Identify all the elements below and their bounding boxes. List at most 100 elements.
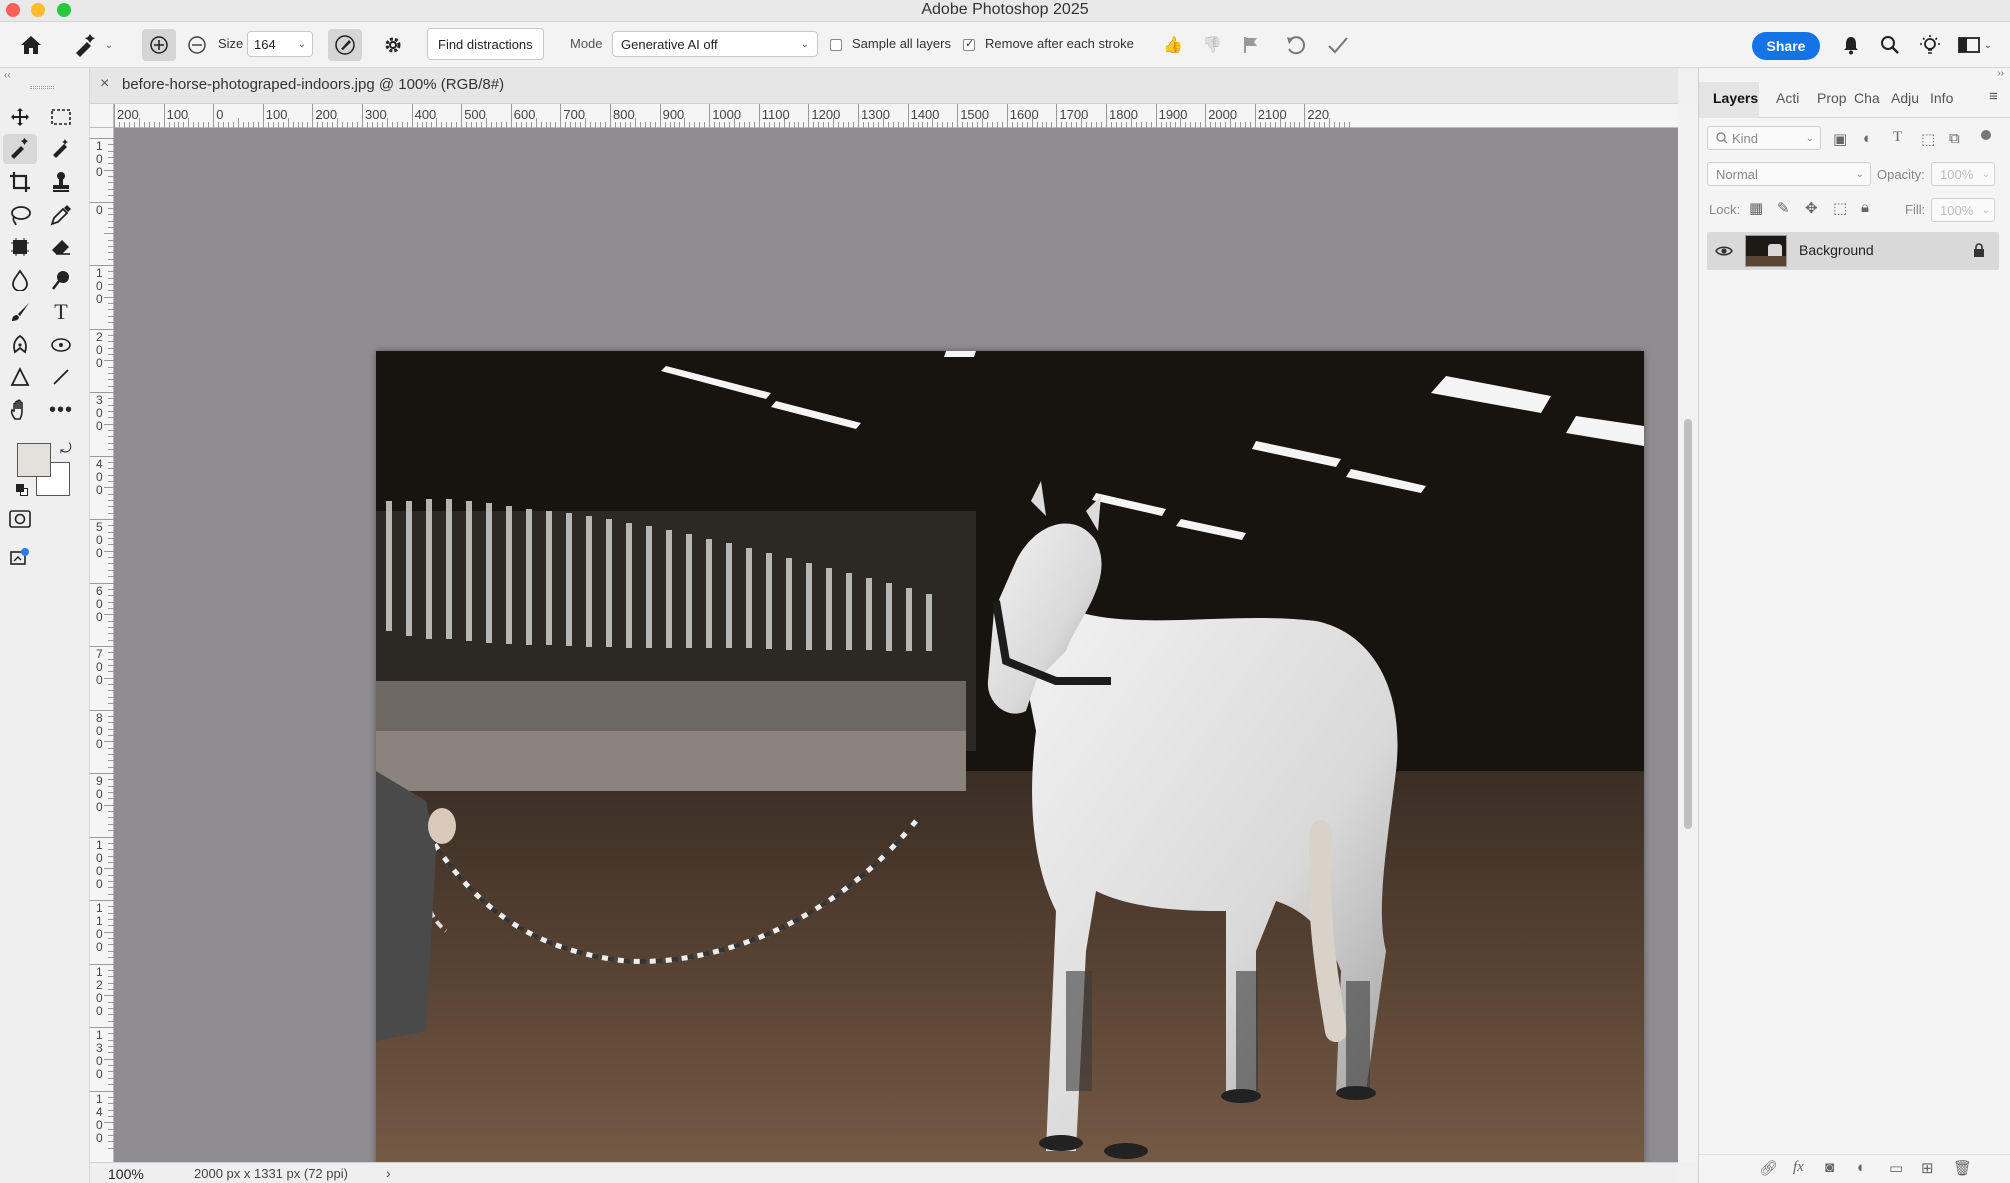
tab-adjustments[interactable]: Adju — [1891, 90, 1923, 106]
layer-effects-icon[interactable]: fx — [1793, 1159, 1804, 1176]
tool-preset-picker[interactable]: ⌄ — [68, 30, 118, 60]
crop-tool[interactable] — [3, 167, 37, 197]
brush-tool[interactable] — [3, 297, 37, 327]
frame-tool[interactable] — [3, 232, 37, 262]
clone-stamp-tool[interactable] — [44, 167, 78, 197]
thumbs-up-button[interactable]: 👍 — [1160, 32, 1186, 58]
tab-info[interactable]: Info — [1930, 90, 1960, 106]
pen-tool[interactable] — [3, 330, 37, 360]
shape-filter-icon[interactable]: ⬚ — [1921, 130, 1935, 148]
lock-all-icon[interactable]: 🔒︎ — [1861, 199, 1869, 216]
home-button[interactable] — [16, 30, 46, 60]
panel-collapse-icon[interactable]: ›› — [1997, 68, 2004, 79]
adjustment-filter-icon[interactable]: ◐ — [1863, 130, 1872, 147]
lock-pixels-icon[interactable]: ✎ — [1777, 199, 1790, 217]
size-input[interactable]: 164 ⌄ — [247, 31, 313, 57]
vertical-ruler[interactable]: 1 0 0 0 1 0 0 2 0 0 3 0 0 4 0 0 5 0 0 6 0 0 7 0 … — [90, 128, 114, 1162]
thumbs-up-icon: 👍 — [1163, 37, 1183, 54]
lasso-tool[interactable] — [3, 200, 37, 230]
delete-layer-icon[interactable]: 🗑︎ — [1953, 1159, 1972, 1177]
add-to-brush-button[interactable] — [142, 29, 176, 61]
commit-button[interactable] — [1324, 32, 1352, 58]
vertical-scrollbar[interactable] — [1678, 104, 1698, 1162]
workspace-button[interactable]: ⌄ — [1955, 32, 1995, 58]
tab-channels[interactable]: Cha — [1854, 90, 1884, 106]
sample-all-layers-checkbox[interactable] — [830, 39, 842, 51]
add-mask-icon[interactable]: ◙ — [1825, 1159, 1834, 1176]
document-tab[interactable]: × before-horse-photograped-indoors.jpg @… — [90, 68, 1678, 104]
layer-name: Background — [1799, 242, 1874, 258]
line-tool[interactable] — [44, 362, 78, 392]
ruler-label: 1 4 0 0 — [96, 1091, 103, 1145]
foreground-color-swatch[interactable] — [17, 443, 51, 477]
screen-mode-button[interactable] — [3, 542, 37, 572]
tab-actions[interactable]: Acti — [1776, 90, 1806, 106]
type-tool[interactable]: T — [44, 297, 78, 327]
more-tools-button[interactable]: ••• — [44, 395, 78, 425]
lock-artboard-icon[interactable]: ⬚ — [1833, 199, 1847, 217]
smart-object-filter-icon[interactable]: ⧉ — [1949, 130, 1960, 147]
eraser-tool[interactable] — [44, 232, 78, 262]
ruler-tick — [907, 104, 909, 128]
hand-tool[interactable] — [3, 395, 37, 425]
canvas-area[interactable] — [114, 128, 1678, 1183]
ruler-tick — [808, 104, 810, 128]
pixel-layer-filter-icon[interactable]: ▣ — [1833, 130, 1847, 148]
status-menu-icon[interactable]: › — [386, 1165, 391, 1181]
vertical-scroll-thumb[interactable] — [1684, 419, 1692, 829]
default-colors-button[interactable] — [16, 484, 28, 496]
pressure-size-button[interactable] — [328, 29, 362, 61]
lock-position-icon[interactable]: ✥ — [1805, 199, 1818, 217]
share-button[interactable]: Share — [1752, 32, 1820, 60]
healing-brush-tool[interactable] — [44, 134, 78, 164]
blend-mode-select[interactable]: Normal ⌄ — [1707, 162, 1871, 186]
shape-tool[interactable] — [3, 362, 37, 392]
discover-button[interactable] — [1917, 32, 1943, 58]
opacity-input[interactable]: 100% ⌄ — [1931, 162, 1995, 186]
new-adjustment-layer-icon[interactable]: ◐ — [1857, 1159, 1866, 1176]
tab-layers[interactable]: Layers — [1713, 90, 1759, 106]
remove-after-stroke-checkbox[interactable] — [963, 37, 975, 51]
toolbar-collapse-icon[interactable]: ‹‹ — [4, 70, 11, 81]
ruler-origin[interactable] — [90, 104, 114, 128]
find-distractions-button[interactable]: Find distractions — [427, 28, 544, 60]
horizontal-ruler[interactable]: 200 100 0 100 200 300 400 500 600 700 800 900 1000 11… — [114, 104, 1678, 128]
undo-button[interactable] — [1282, 32, 1310, 58]
layer-row-background[interactable]: Background — [1707, 232, 1999, 270]
filter-toggle-icon[interactable] — [1981, 130, 1991, 140]
tab-properties[interactable]: Prop — [1817, 90, 1847, 106]
report-button[interactable] — [1238, 32, 1264, 58]
quick-mask-button[interactable] — [3, 504, 37, 534]
close-tab-icon[interactable]: × — [100, 75, 109, 93]
visibility-eye-icon[interactable] — [1715, 245, 1733, 257]
swap-colors-button[interactable]: ⤾ — [60, 440, 72, 457]
layer-kind-filter[interactable]: Kind ⌄ — [1707, 126, 1821, 150]
notifications-button[interactable] — [1838, 32, 1864, 58]
ruler-label: 1 2 0 0 — [96, 964, 103, 1018]
blur-tool[interactable] — [3, 265, 37, 295]
type-filter-icon[interactable]: T — [1893, 129, 1902, 146]
eyedropper-tool[interactable] — [44, 200, 78, 230]
dodge-tool[interactable] — [44, 265, 78, 295]
brush-settings-button[interactable] — [378, 30, 408, 60]
path-selection-tool[interactable] — [44, 330, 78, 360]
fill-input[interactable]: 100% ⌄ — [1931, 198, 1995, 222]
zoom-level[interactable]: 100% — [108, 1166, 144, 1182]
ruler-label: 6 0 0 — [96, 583, 103, 624]
search-button[interactable] — [1877, 32, 1903, 58]
lock-transparent-icon[interactable]: ▦ — [1749, 199, 1763, 217]
mode-select[interactable]: Generative AI off ⌄ — [612, 31, 818, 57]
move-tool[interactable] — [3, 102, 37, 132]
panel-menu-icon[interactable]: ≡ — [1989, 88, 1998, 105]
new-layer-icon[interactable]: ⊞ — [1921, 1159, 1934, 1177]
search-icon — [1716, 132, 1728, 144]
thumbs-down-button[interactable]: 👎 — [1199, 32, 1225, 58]
remove-tool[interactable] — [3, 134, 37, 164]
toolbar-grip[interactable] — [30, 86, 54, 89]
chevron-down-icon: ⌄ — [1981, 168, 1990, 180]
link-layers-icon[interactable]: 🔗︎ — [1759, 1159, 1778, 1177]
horse-photo[interactable] — [376, 351, 1644, 1183]
marquee-tool[interactable] — [44, 102, 78, 132]
new-group-icon[interactable]: ▭ — [1889, 1159, 1903, 1177]
subtract-from-brush-button[interactable] — [182, 29, 212, 61]
